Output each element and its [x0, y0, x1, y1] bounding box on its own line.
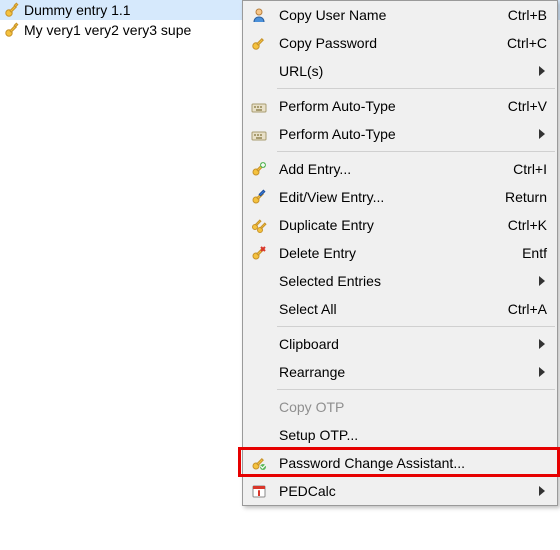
key-dup-icon	[249, 215, 269, 235]
menu-item-delete-entry[interactable]: Delete Entry Entf	[243, 239, 557, 267]
menu-item-shortcut: Ctrl+I	[513, 161, 547, 177]
key-assist-icon	[249, 453, 269, 473]
key-icon	[249, 33, 269, 53]
menu-item-shortcut: Ctrl+K	[508, 217, 547, 233]
menu-separator	[277, 389, 555, 390]
key-icon	[4, 2, 20, 18]
menu-item-shortcut: Ctrl+B	[508, 7, 547, 23]
menu-item-label: Copy Password	[279, 35, 495, 51]
user-icon	[249, 5, 269, 25]
menu-item-selected-entries[interactable]: Selected Entries	[243, 267, 557, 295]
menu-item-rearrange[interactable]: Rearrange	[243, 358, 557, 386]
blank-icon	[249, 425, 269, 445]
menu-item-add-entry[interactable]: Add Entry... Ctrl+I	[243, 155, 557, 183]
submenu-arrow-icon	[539, 129, 547, 139]
menu-item-label: Copy OTP	[279, 399, 547, 415]
menu-item-shortcut: Ctrl+A	[508, 301, 547, 317]
key-add-icon	[249, 159, 269, 179]
submenu-arrow-icon	[539, 486, 547, 496]
menu-item-copy-user-name[interactable]: Copy User Name Ctrl+B	[243, 1, 557, 29]
blank-icon	[249, 334, 269, 354]
blank-icon	[249, 299, 269, 319]
menu-item-shortcut: Entf	[522, 245, 547, 261]
menu-item-select-all[interactable]: Select All Ctrl+A	[243, 295, 557, 323]
submenu-arrow-icon	[539, 367, 547, 377]
menu-item-perform-auto-type[interactable]: Perform Auto-Type Ctrl+V	[243, 92, 557, 120]
menu-item-label: Clipboard	[279, 336, 527, 352]
menu-item-label: Duplicate Entry	[279, 217, 496, 233]
blank-icon	[249, 271, 269, 291]
menu-separator	[277, 151, 555, 152]
menu-item-password-change-assistant[interactable]: Password Change Assistant...	[243, 449, 557, 477]
menu-item-shortcut: Ctrl+C	[507, 35, 547, 51]
menu-separator	[277, 326, 555, 327]
menu-item-label: Perform Auto-Type	[279, 126, 527, 142]
menu-item-copy-password[interactable]: Copy Password Ctrl+C	[243, 29, 557, 57]
menu-item-duplicate-entry[interactable]: Duplicate Entry Ctrl+K	[243, 211, 557, 239]
menu-item-label: Copy User Name	[279, 7, 496, 23]
menu-item-label: PEDCalc	[279, 483, 527, 499]
key-edit-icon	[249, 187, 269, 207]
menu-item-copy-otp: Copy OTP	[243, 393, 557, 421]
menu-item-perform-auto-type[interactable]: Perform Auto-Type	[243, 120, 557, 148]
blank-icon	[249, 397, 269, 417]
menu-item-label: Password Change Assistant...	[279, 455, 547, 471]
menu-item-label: Selected Entries	[279, 273, 527, 289]
menu-item-setup-otp[interactable]: Setup OTP...	[243, 421, 557, 449]
menu-separator	[277, 88, 555, 89]
submenu-arrow-icon	[539, 339, 547, 349]
menu-item-pedcalc[interactable]: PEDCalc	[243, 477, 557, 505]
menu-item-edit-view-entry[interactable]: Edit/View Entry... Return	[243, 183, 557, 211]
blank-icon	[249, 362, 269, 382]
menu-item-url-s[interactable]: URL(s)	[243, 57, 557, 85]
menu-item-label: Setup OTP...	[279, 427, 547, 443]
entry-label: My very1 very2 very3 supe	[24, 22, 191, 38]
submenu-arrow-icon	[539, 276, 547, 286]
blank-icon	[249, 61, 269, 81]
menu-item-label: Delete Entry	[279, 245, 510, 261]
calendar-icon	[249, 481, 269, 501]
entry-label: Dummy entry 1.1	[24, 2, 131, 18]
menu-item-label: URL(s)	[279, 63, 527, 79]
menu-item-label: Select All	[279, 301, 496, 317]
context-menu: Copy User Name Ctrl+B Copy Password Ctrl+C U…	[242, 0, 558, 506]
menu-item-label: Edit/View Entry...	[279, 189, 493, 205]
menu-item-shortcut: Ctrl+V	[508, 98, 547, 114]
menu-item-shortcut: Return	[505, 189, 547, 205]
menu-item-clipboard[interactable]: Clipboard	[243, 330, 557, 358]
autotype-icon	[249, 124, 269, 144]
key-icon	[4, 22, 20, 38]
menu-item-label: Rearrange	[279, 364, 527, 380]
key-del-icon	[249, 243, 269, 263]
submenu-arrow-icon	[539, 66, 547, 76]
autotype-icon	[249, 96, 269, 116]
menu-item-label: Add Entry...	[279, 161, 501, 177]
menu-item-label: Perform Auto-Type	[279, 98, 496, 114]
